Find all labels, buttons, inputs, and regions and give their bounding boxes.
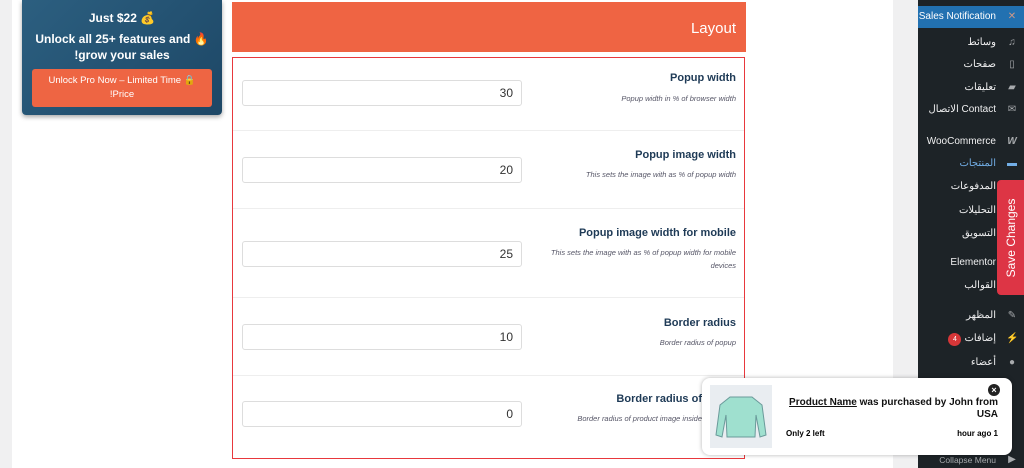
sidebar-item-label: المنتجات — [959, 158, 996, 169]
sidebar-item-label: التسويق — [961, 228, 996, 239]
media-icon: ♫ — [1008, 37, 1016, 48]
popup-message: Product Name was purchased by John from … — [778, 397, 998, 421]
save-changes-label: Save Changes — [1003, 198, 1018, 277]
section-header: Layout — [232, 2, 746, 52]
sidebar-item-label: القوالب — [964, 280, 996, 291]
field-desc: Popup width in % of browser width — [621, 94, 736, 103]
promo-card: Just $22 💰 Unlock all 25+ features and 🔥… — [22, 0, 222, 115]
field-label: Border radius of — [616, 393, 702, 405]
products-icon: ▬ — [1007, 158, 1017, 169]
sidebar-item-pages[interactable]: صفحات ▯ — [918, 54, 1024, 76]
sidebar-item-label: إضافات — [964, 333, 996, 344]
promo-price: Just $22 💰 — [88, 11, 156, 25]
appearance-icon: ✎ — [1007, 310, 1017, 321]
stock-text: Only 2 left — [786, 429, 825, 438]
field-desc: Border radius of popup — [659, 338, 736, 347]
sidebar-item-plugins[interactable]: 4 إضافات ⚡ — [918, 328, 1024, 350]
field-row: Popup width Popup width in % of browser … — [233, 58, 744, 131]
sidebar-item-label: التحليلات — [958, 205, 996, 216]
field-desc: This sets the image with as % of popup w… — [550, 248, 736, 270]
popup-image-width-input[interactable] — [242, 157, 522, 183]
unlock-pro-button[interactable]: Unlock Pro Now – Limited Time 🔒 !Price — [32, 69, 212, 107]
sidebar-item-label: الاتصال Contact — [928, 104, 997, 115]
sidebar-item-media[interactable]: وسائط ♫ — [918, 32, 1024, 54]
sidebar-item-label: وسائط — [967, 37, 996, 48]
field-desc: This sets the image with as % of popup w… — [585, 170, 736, 179]
close-icon[interactable]: × — [988, 384, 1000, 396]
sidebar-item-contact[interactable]: الاتصال Contact ✉ — [918, 99, 1024, 121]
field-row: Border radius of Border radius of produc… — [233, 376, 744, 460]
users-icon: ● — [1008, 357, 1016, 368]
field-row: Popup image width This sets the image wi… — [233, 131, 744, 209]
layout-settings: Popup width Popup width in % of browser … — [232, 57, 745, 459]
plugin-icon: ✕ — [1007, 11, 1017, 22]
sidebar-item-label: WooCommerce — [926, 136, 996, 147]
field-label: Popup width — [670, 72, 736, 84]
sidebar-item-label: صفحات — [963, 59, 996, 70]
product-image — [710, 385, 772, 448]
page-gutter — [0, 0, 12, 468]
sidebar-item-woocommerce[interactable]: WooCommerce W — [918, 131, 1024, 153]
sidebar-item-label: تعليقات — [964, 82, 996, 93]
mail-icon: ✉ — [1007, 104, 1017, 115]
sidebar-item-appearance[interactable]: المظهر ✎ — [918, 305, 1024, 327]
sidebar-item-users[interactable]: أعضاء ● — [918, 352, 1024, 374]
woo-icon: W — [1007, 136, 1017, 147]
sidebar-item-label: Collapse Menu — [939, 455, 996, 465]
sidebar-item-label: Elementor — [950, 257, 996, 268]
border-radius-input[interactable] — [242, 324, 522, 350]
purchase-text: was purchased by John from USA — [856, 397, 998, 420]
field-row: Border radius Border radius of popup — [233, 298, 744, 376]
comments-icon: ▰ — [1008, 82, 1016, 93]
promo-text: Unlock all 25+ features and 🔥 !grow your… — [35, 32, 209, 62]
sidebar-item-label: المظهر — [966, 310, 996, 321]
time-text: hour ago 1 — [957, 429, 998, 438]
sidebar-item-products[interactable]: المنتجات ▬ — [918, 153, 1024, 175]
field-label: Border radius — [663, 317, 736, 329]
plugins-icon: ⚡ — [1006, 333, 1019, 344]
popup-image-width-mobile-input[interactable] — [242, 241, 522, 267]
pages-icon: ▯ — [1009, 59, 1015, 70]
sidebar-item-label: أعضاء — [970, 357, 996, 368]
collapse-icon: ▶ — [1008, 454, 1016, 465]
update-count-badge: 4 — [948, 333, 962, 346]
sidebar-item-sales-notification[interactable]: Sales Notification ✕ — [918, 6, 1024, 28]
field-desc: Border radius of product image inside — [577, 414, 702, 423]
image-border-radius-input[interactable] — [242, 401, 522, 427]
product-name-link[interactable]: Product Name — [789, 397, 857, 408]
field-label: Popup image width — [635, 149, 736, 161]
field-row: Popup image width for mobile This sets t… — [233, 209, 744, 298]
sidebar-item-label: Sales Notification — [918, 11, 996, 22]
sidebar-item-label: المدفوعات — [950, 181, 996, 192]
sidebar-item-comments[interactable]: تعليقات ▰ — [918, 77, 1024, 99]
sweater-icon — [715, 396, 767, 438]
field-label: Popup image width for mobile — [578, 227, 736, 239]
sales-notification-popup: Product Name was purchased by John from … — [702, 378, 1012, 455]
save-changes-button[interactable]: Save Changes — [997, 180, 1024, 295]
popup-width-input[interactable] — [242, 80, 522, 106]
